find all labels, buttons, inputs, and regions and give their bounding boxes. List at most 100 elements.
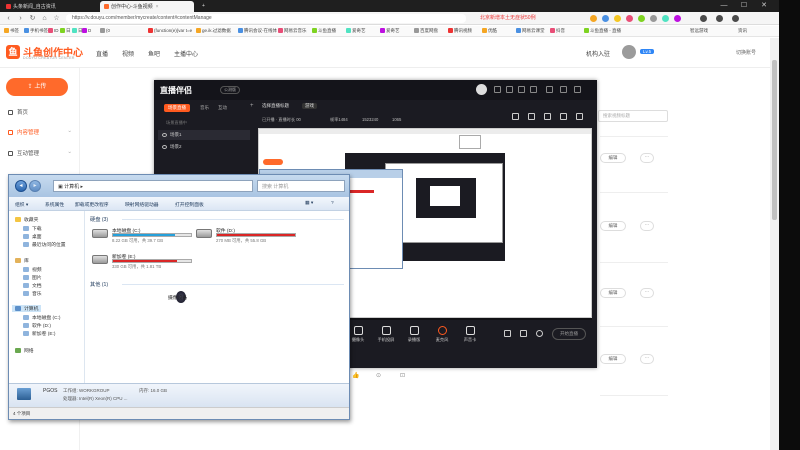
drive-item[interactable]: 新加卷 (E:) 330 GB 可用，共 1.81 TB <box>92 253 202 269</box>
nav-item[interactable]: 文档 <box>23 282 42 289</box>
site-logo[interactable]: 鱼 斗鱼创作中心 DOUYU CREATOR CENTER <box>6 43 86 63</box>
bookmark-item[interactable]: 手机书签 <box>24 28 48 34</box>
nav-fishbar[interactable]: 鱼吧 <box>148 49 160 58</box>
warning-icon[interactable] <box>560 113 567 120</box>
nav-item[interactable]: 图片 <box>23 274 42 281</box>
avatar[interactable] <box>476 84 487 95</box>
bookmark-item[interactable]: 百度网盘 <box>414 28 438 34</box>
edit-button[interactable]: 编辑 <box>600 153 626 163</box>
tab-music[interactable]: 音乐 <box>200 105 209 111</box>
system-properties-button[interactable]: 系统属性 <box>45 201 64 208</box>
org-join-link[interactable]: 机构入驻 <box>586 49 610 58</box>
explorer-search-input[interactable]: 搜索 计算机 <box>257 180 345 192</box>
drive-item[interactable]: 本地磁盘 (C:) 8.22 GB 可用，共 39.7 GB <box>92 227 202 243</box>
danmu-icon[interactable] <box>512 113 519 120</box>
scrollbar-thumb[interactable] <box>772 60 777 220</box>
sidebar-item-home[interactable]: 首页 <box>8 108 72 116</box>
bookmark-item[interactable]: 资讯 <box>738 28 747 34</box>
camera-device[interactable]: 摄像设备 <box>168 291 286 307</box>
control-panel-button[interactable]: 打开控制面板 <box>175 201 204 208</box>
nav-live[interactable]: 直播 <box>96 49 108 58</box>
tab-scene-live[interactable]: 场景直播 <box>164 104 190 112</box>
extension-icon[interactable] <box>626 15 633 22</box>
extension-icon[interactable] <box>602 15 609 22</box>
nav-video[interactable]: 视频 <box>122 49 134 58</box>
back-icon[interactable]: ‹ <box>4 14 13 23</box>
lock-icon[interactable] <box>528 113 535 120</box>
add-scene-icon[interactable]: + <box>250 103 254 109</box>
eye-icon[interactable] <box>162 133 167 137</box>
sound-button[interactable]: 声音卡 <box>460 326 480 343</box>
more-button[interactable]: ··· <box>640 288 654 298</box>
map-drive-button[interactable]: 映射网络驱动器 <box>125 201 159 208</box>
reload-icon[interactable]: ↻ <box>28 14 37 23</box>
extension-icon[interactable] <box>662 15 669 22</box>
forward-icon[interactable]: › <box>16 14 25 23</box>
bookmark-item[interactable]: ge.ik.过滤数据 <box>196 28 231 34</box>
bookmark-item[interactable]: 抖音 <box>550 28 565 34</box>
like-icon[interactable]: 👍 <box>352 372 359 379</box>
view-icon[interactable]: ⊙ <box>376 372 381 379</box>
live-title-select[interactable]: 选择直播标题 <box>262 103 289 109</box>
video-icon[interactable] <box>504 330 511 337</box>
browser-tab-active[interactable]: 创作中心-斗鱼视频 × <box>100 1 194 12</box>
nav-anchor-center[interactable]: 主播中心 <box>174 49 198 58</box>
close-window-icon[interactable]: ✕ <box>756 0 772 12</box>
phone-cast-button[interactable]: 手机投屏 <box>376 326 396 343</box>
bookmark-item[interactable]: 日 <box>72 28 83 34</box>
maximize-icon[interactable] <box>560 86 567 93</box>
nav-item[interactable]: 软件 (D:) <box>23 322 51 329</box>
bookmark-item[interactable]: 爱奇艺 <box>380 28 400 34</box>
bookmark-item[interactable]: 优酷 <box>482 28 497 34</box>
edit-button[interactable]: 编辑 <box>600 288 626 298</box>
switch-account-link[interactable]: 切换账号 <box>736 49 756 56</box>
news-bookmark[interactable]: 北京新增本土无症状50例 <box>480 14 536 21</box>
menu-icon[interactable] <box>700 15 707 22</box>
bookmark-item[interactable]: 爱奇艺 <box>346 28 366 34</box>
extension-icon[interactable] <box>674 15 681 22</box>
home-icon[interactable]: ⌂ <box>40 14 49 23</box>
share-icon[interactable]: ⊡ <box>400 372 405 379</box>
bookmark-item[interactable]: ID <box>48 28 59 33</box>
message-icon[interactable] <box>506 86 513 93</box>
url-input[interactable]: https://v.douyu.com/member/mycreate/cont… <box>66 14 466 23</box>
scene-item[interactable]: 场景2 <box>158 142 250 152</box>
settings-icon[interactable] <box>530 86 537 93</box>
bookmark-item[interactable]: D <box>82 28 91 33</box>
group-header-other[interactable]: 其他 (1) <box>90 281 108 288</box>
camera-button[interactable]: 摄像头 <box>348 326 368 343</box>
tab-interaction[interactable]: 互动 <box>218 105 227 111</box>
more-button[interactable]: ··· <box>640 354 654 364</box>
start-live-button[interactable]: 开始直播 <box>552 328 586 340</box>
more-button[interactable]: ··· <box>640 221 654 231</box>
maximize-icon[interactable]: ☐ <box>736 0 752 12</box>
nav-item[interactable]: 网络 <box>15 347 34 354</box>
record-button[interactable]: 录播版 <box>404 326 424 343</box>
scissors-icon[interactable] <box>520 330 527 337</box>
more-button[interactable]: ··· <box>640 153 654 163</box>
nav-item[interactable]: 计算机 <box>12 305 42 312</box>
uninstall-button[interactable]: 卸载或更改程序 <box>75 201 109 208</box>
edit-button[interactable]: 编辑 <box>600 221 626 231</box>
extension-icon[interactable] <box>590 15 597 22</box>
nav-item[interactable]: 音乐 <box>23 290 42 297</box>
edit-button[interactable]: 编辑 <box>600 354 626 364</box>
new-tab-button[interactable]: + <box>198 1 208 12</box>
minimize-icon[interactable] <box>546 86 553 93</box>
back-icon[interactable]: ◂ <box>15 180 27 192</box>
browser-tab[interactable]: 头条新闻_自古资讯 <box>2 1 58 12</box>
close-tab-icon[interactable]: × <box>156 4 159 10</box>
bookmark-item[interactable]: 智远游戏 <box>690 28 708 34</box>
bookmark-item[interactable]: 腾讯会议·在线体 <box>238 28 277 34</box>
nav-item[interactable]: 本地磁盘 (C:) <box>23 314 61 321</box>
organize-button[interactable]: 组织 ▾ <box>15 201 28 208</box>
nav-item[interactable]: 视频 <box>23 266 42 273</box>
bookmark-item[interactable]: 斗鱼直播 - 直播 <box>584 28 621 34</box>
gift-icon[interactable] <box>544 113 551 120</box>
bookmark-item[interactable]: 网易云音乐 <box>278 28 307 34</box>
extension-icon[interactable] <box>614 15 621 22</box>
forward-icon[interactable]: ▸ <box>29 180 41 192</box>
nav-item[interactable]: 下载 <box>23 225 42 232</box>
explorer-address-bar[interactable]: ▣ 计算机 ▸ <box>53 180 253 192</box>
drive-item[interactable]: 软件 (D:) 270 MB 可用，共 55.8 GB <box>196 227 306 243</box>
